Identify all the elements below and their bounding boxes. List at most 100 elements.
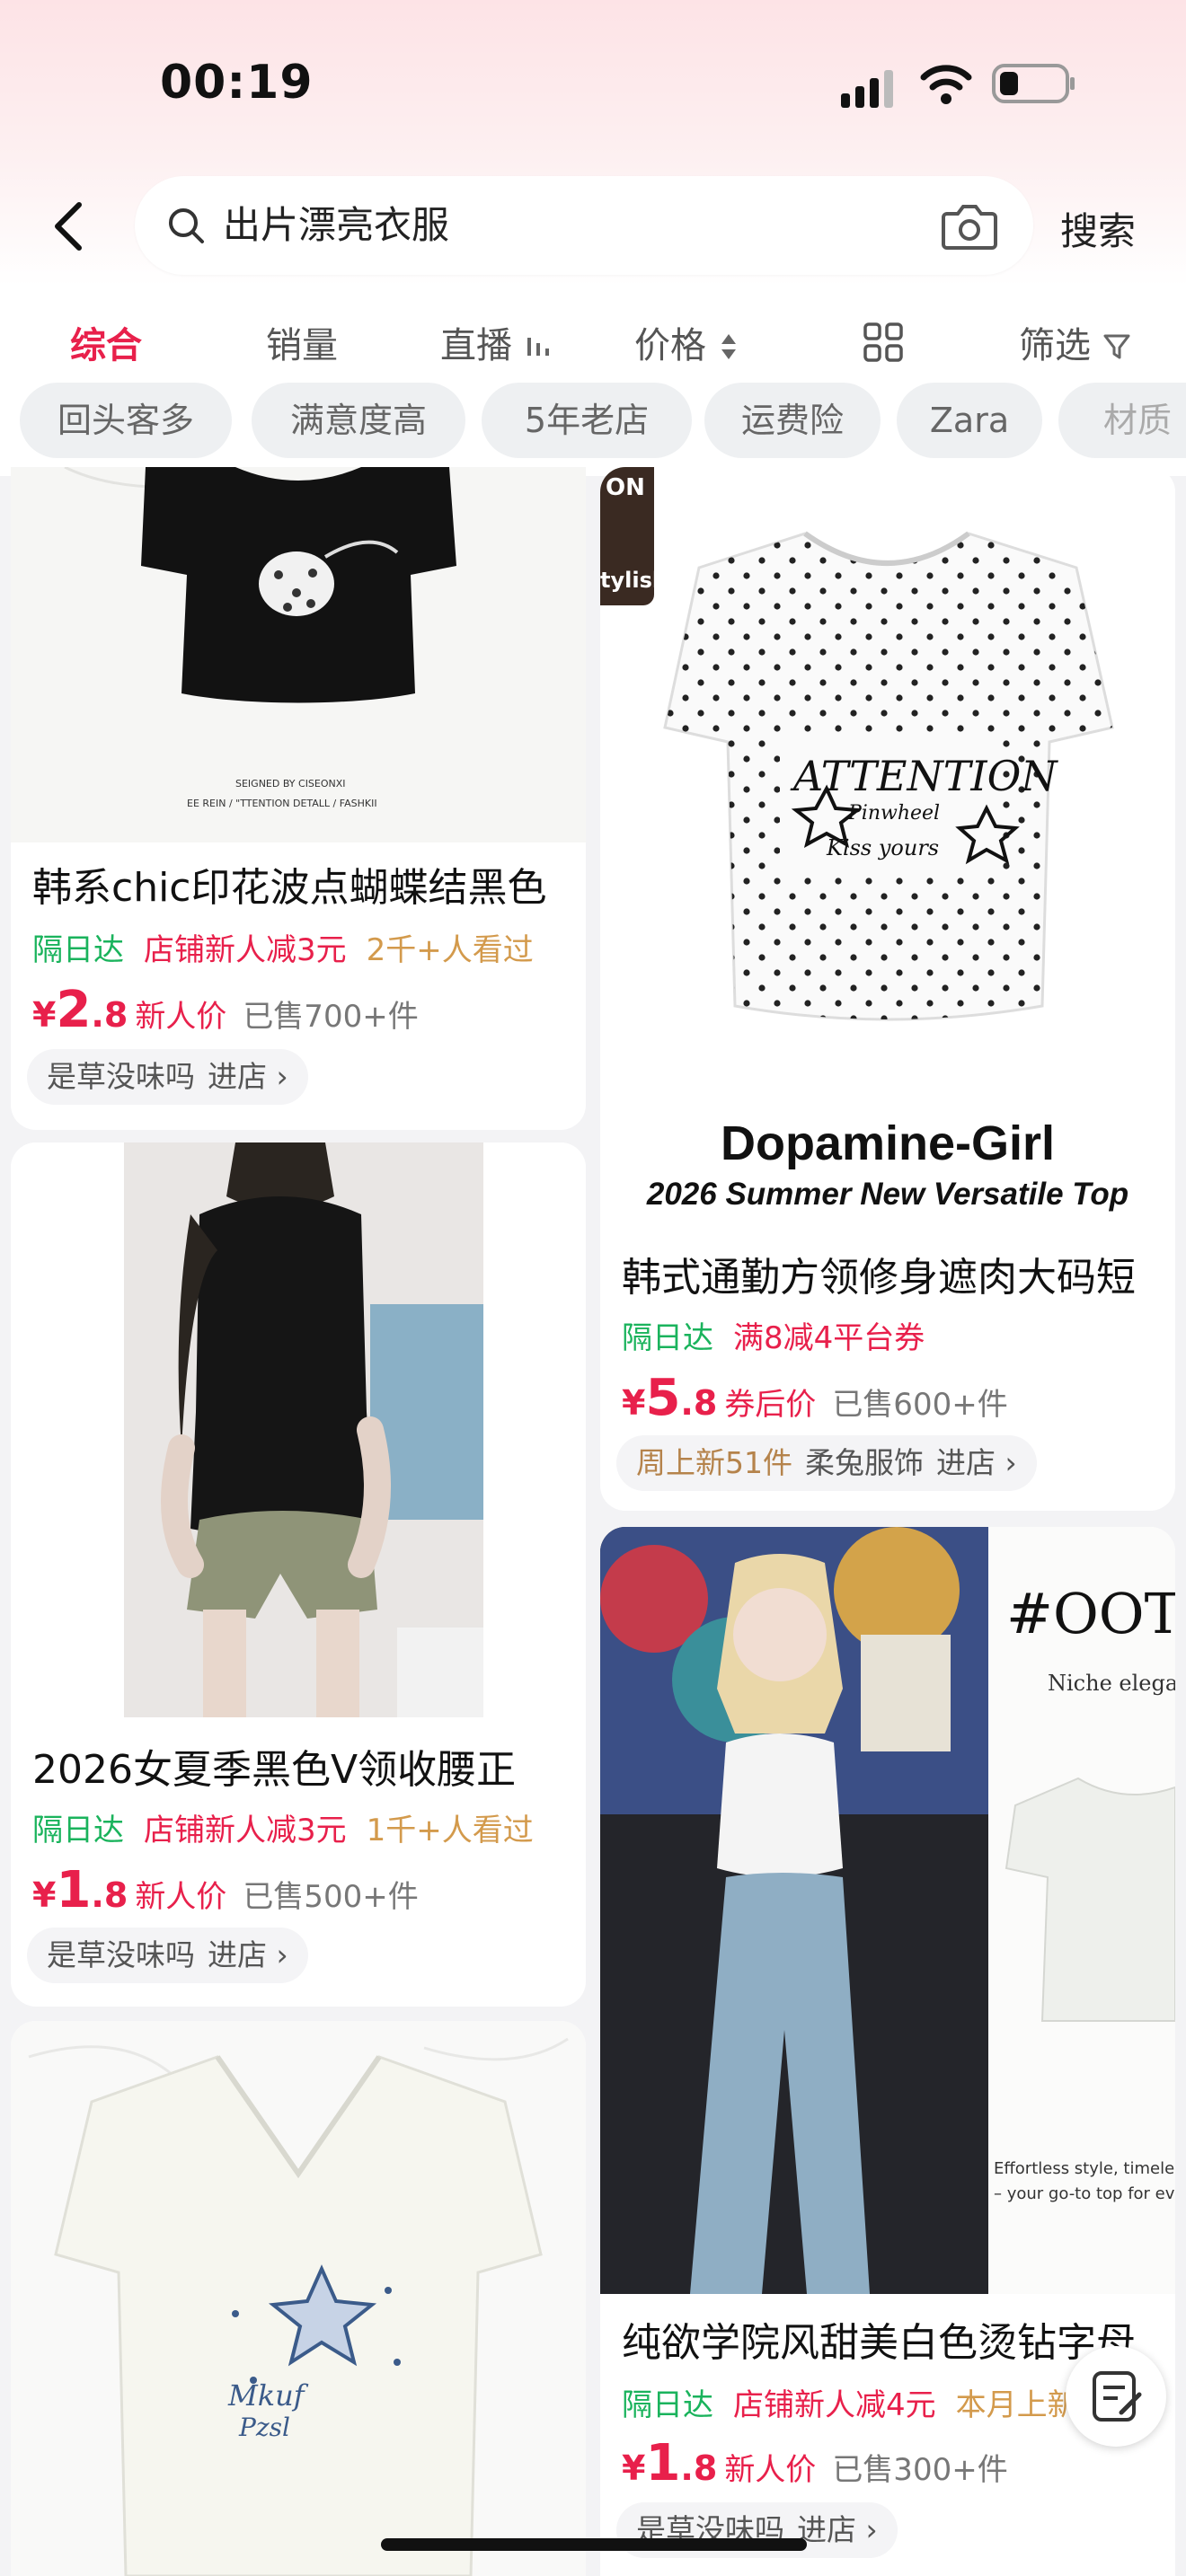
product-title: 2026女夏季黑色V领收腰正 bbox=[32, 1747, 517, 1793]
currency-symbol: ¥ bbox=[32, 1875, 57, 1915]
currency-symbol: ¥ bbox=[622, 2448, 646, 2488]
next-day-tag: 隔日达 bbox=[622, 1320, 713, 1356]
white-tshirt-small-illustration bbox=[1005, 1777, 1175, 2022]
store-name: 是草没味吗 bbox=[47, 1059, 195, 1094]
store-link[interactable]: 周上新51件 柔兔服饰 进店 › bbox=[616, 1435, 1037, 1491]
currency-symbol: ¥ bbox=[622, 1383, 646, 1423]
product-price: ¥1.8 新人价 已售500+件 bbox=[32, 1861, 419, 1919]
battery-icon bbox=[992, 64, 1075, 103]
price-decimal: .8 bbox=[680, 2448, 718, 2488]
image-tagline-2: – your go-to top for eve bbox=[994, 2184, 1175, 2203]
tab-filter[interactable]: 筛选 bbox=[1019, 316, 1131, 368]
chip-high-satisfaction[interactable]: 满意度高 bbox=[252, 383, 465, 458]
chip-zara[interactable]: Zara bbox=[897, 383, 1042, 458]
product-tags: 隔日达 店铺新人减4元 本月上新 bbox=[622, 2380, 1078, 2424]
chip-shipping-insurance[interactable]: 运费险 bbox=[704, 383, 881, 458]
image-subheadline: 2026 Summer New Versatile Top bbox=[646, 1177, 1129, 1212]
sort-arrows-icon bbox=[721, 334, 736, 359]
search-query[interactable]: 出片漂亮衣服 bbox=[223, 199, 449, 251]
sold-count: 已售600+件 bbox=[832, 1387, 1008, 1423]
tab-filter-label: 筛选 bbox=[1019, 325, 1091, 366]
price-decimal: .8 bbox=[91, 1875, 128, 1915]
store-link[interactable]: 是草没味吗 进店 › bbox=[27, 1928, 308, 1983]
product-card[interactable]: ON tylish ATTENTION Pinwheel Kiss yours … bbox=[600, 467, 1175, 1511]
polka-dot-tshirt-illustration: ATTENTION Pinwheel Kiss yours bbox=[663, 531, 1114, 1021]
back-arrow-icon[interactable] bbox=[47, 199, 92, 253]
image-subtitle: Niche elega bbox=[1048, 1671, 1175, 1696]
price-tag: 券后价 bbox=[724, 1387, 817, 1423]
image-headline: Dopamine-Girl bbox=[720, 1116, 1056, 1170]
svg-text:Pinwheel: Pinwheel bbox=[847, 802, 940, 825]
image-caption-1: SEIGNED BY CISEONXI bbox=[235, 778, 346, 790]
svg-text:Kiss yours: Kiss yours bbox=[826, 835, 939, 860]
image-print-text-2: Pzsl bbox=[239, 2413, 290, 2442]
product-price: ¥1.8 新人价 已售300+件 bbox=[622, 2434, 1008, 2492]
home-indicator[interactable] bbox=[381, 2538, 807, 2551]
grid-view-icon[interactable] bbox=[863, 322, 904, 363]
enter-store[interactable]: 进店 › bbox=[208, 1937, 288, 1972]
enter-store[interactable]: 进店 › bbox=[797, 2512, 878, 2547]
next-day-tag: 隔日达 bbox=[32, 932, 124, 968]
product-tags: 隔日达 店铺新人减3元 1千+人看过 bbox=[32, 1805, 534, 1849]
next-day-tag: 隔日达 bbox=[622, 2387, 713, 2423]
product-card[interactable]: Mkuf Pzsl bbox=[11, 2021, 586, 2576]
price-tag: 新人价 bbox=[135, 999, 227, 1035]
product-price: ¥2.8 新人价 已售700+件 bbox=[32, 981, 419, 1039]
product-title: 韩式通勤方领修身遮肉大码短 bbox=[622, 1255, 1136, 1301]
promo-tag: 店铺新人减3元 bbox=[144, 1813, 347, 1848]
chip-repeat-customers[interactable]: 回头客多 bbox=[20, 383, 232, 458]
tab-price-label: 价格 bbox=[634, 325, 706, 366]
enter-store[interactable]: 进店 › bbox=[936, 1445, 1017, 1480]
white-vneck-tshirt-illustration bbox=[28, 2037, 569, 2576]
image-hashtag: #OOT bbox=[1006, 1581, 1175, 1646]
new-arrival-tag: 本月上新 bbox=[955, 2387, 1078, 2423]
product-card[interactable]: SEIGNED BY CISEONXI EE REIN / "TTENTION … bbox=[11, 467, 586, 1130]
weekly-new-tag: 周上新51件 bbox=[636, 1445, 792, 1480]
product-image[interactable]: ON tylish ATTENTION Pinwheel Kiss yours … bbox=[600, 467, 1175, 1223]
product-image[interactable]: Mkuf Pzsl bbox=[11, 2021, 586, 2576]
product-card[interactable]: 2026女夏季黑色V领收腰正 隔日达 店铺新人减3元 1千+人看过 ¥1.8 新人价已… bbox=[11, 1142, 586, 2007]
wifi-icon bbox=[920, 65, 972, 104]
tab-sales[interactable]: 销量 bbox=[266, 316, 338, 368]
sold-count: 已售700+件 bbox=[243, 999, 419, 1035]
filter-funnel-icon bbox=[1103, 334, 1130, 359]
sold-count: 已售500+件 bbox=[243, 1879, 419, 1915]
chip-5-year-store[interactable]: 5年老店 bbox=[482, 383, 692, 458]
promo-tag: 店铺新人减4元 bbox=[733, 2387, 936, 2423]
cellular-signal-icon bbox=[841, 70, 893, 108]
floating-edit-button[interactable] bbox=[1066, 2346, 1166, 2447]
store-link[interactable]: 是草没味吗 进店 › bbox=[27, 1049, 308, 1105]
next-day-tag: 隔日达 bbox=[32, 1813, 124, 1848]
product-price: ¥5.8 券后价 已售600+件 bbox=[622, 1369, 1008, 1427]
camera-icon[interactable] bbox=[940, 199, 999, 253]
price-decimal: .8 bbox=[680, 1383, 718, 1423]
tab-comprehensive[interactable]: 综合 bbox=[70, 316, 142, 368]
live-bars-icon bbox=[527, 338, 549, 356]
promo-tag: 满8减4平台券 bbox=[733, 1320, 925, 1356]
product-image[interactable]: SEIGNED BY CISEONXI EE REIN / "TTENTION … bbox=[11, 467, 586, 842]
sold-count: 已售300+件 bbox=[832, 2452, 1008, 2488]
currency-symbol: ¥ bbox=[32, 995, 57, 1035]
store-name: 是草没味吗 bbox=[47, 1937, 195, 1972]
product-image[interactable]: #OOT Niche elega Effortless style, timel… bbox=[600, 1527, 1175, 2294]
sort-tabs-bar bbox=[0, 286, 1186, 386]
image-print-text-1: Mkuf bbox=[228, 2378, 305, 2413]
chip-material[interactable]: 材质 bbox=[1058, 383, 1186, 458]
status-time: 00:19 bbox=[160, 56, 314, 110]
views-tag: 2千+人看过 bbox=[366, 932, 534, 968]
tab-live[interactable]: 直播 bbox=[440, 316, 554, 368]
product-image[interactable] bbox=[11, 1142, 586, 1717]
search-button[interactable]: 搜索 bbox=[1060, 201, 1136, 256]
price-integer: 1 bbox=[56, 1861, 92, 1919]
tab-price[interactable]: 价格 bbox=[634, 316, 739, 368]
store-name: 柔兔服饰 bbox=[805, 1445, 924, 1480]
price-tag: 新人价 bbox=[724, 2452, 817, 2488]
price-tag: 新人价 bbox=[135, 1879, 227, 1915]
edit-note-icon bbox=[1093, 2371, 1142, 2422]
model-photo-illustration bbox=[124, 1142, 483, 1717]
image-tagline-1: Effortless style, timeles bbox=[994, 2159, 1175, 2178]
price-integer: 5 bbox=[645, 1369, 681, 1427]
enter-store[interactable]: 进店 › bbox=[208, 1059, 288, 1094]
search-bar[interactable]: 出片漂亮衣服 bbox=[135, 176, 1033, 275]
price-integer: 2 bbox=[56, 981, 92, 1039]
